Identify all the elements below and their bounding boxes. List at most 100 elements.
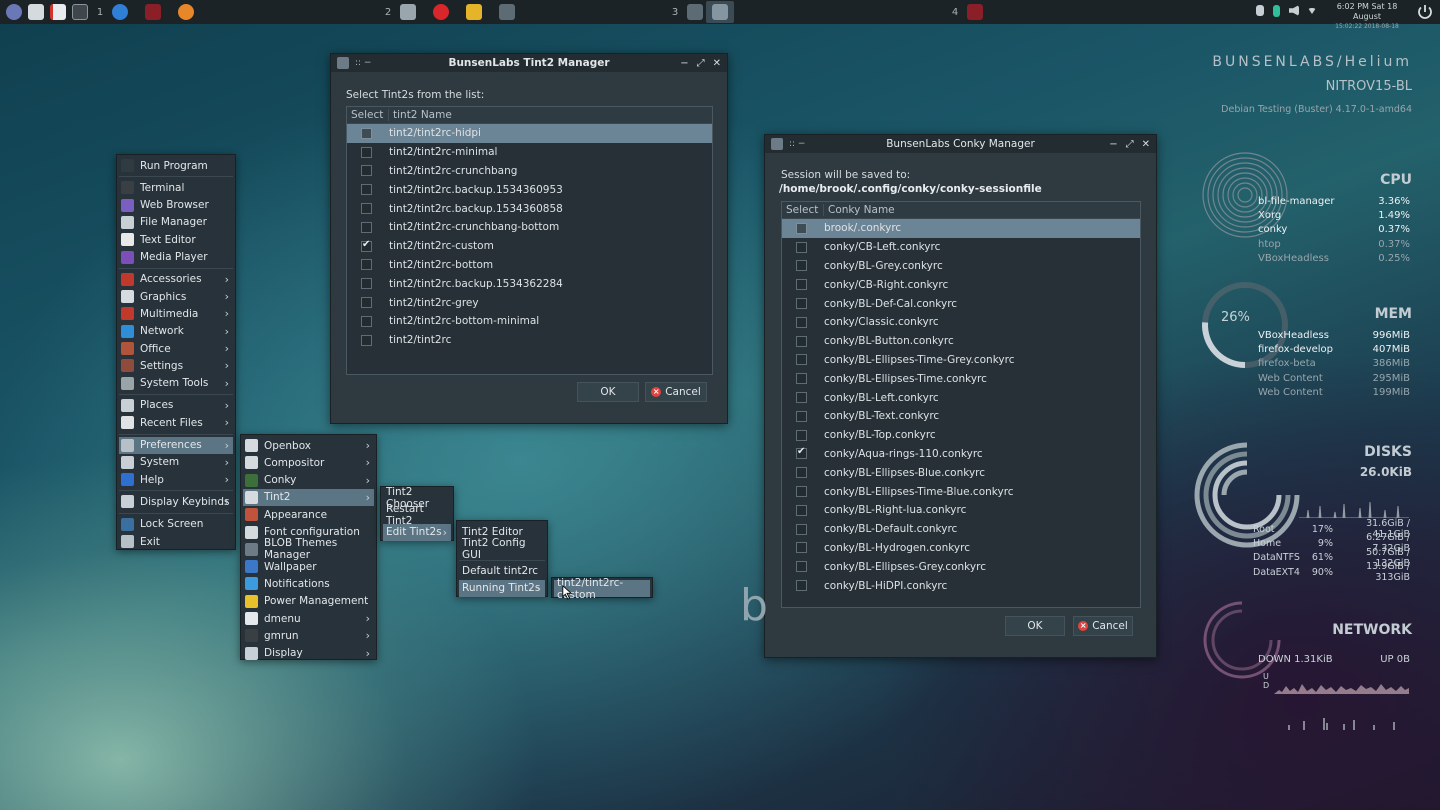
- list-item[interactable]: conky/BL-Ellipses-Time-Grey.conkyrc: [782, 351, 1140, 370]
- cancel-button[interactable]: × Cancel: [645, 382, 707, 402]
- list-item[interactable]: conky/BL-Button.conkyrc: [782, 332, 1140, 351]
- window-menu-icon[interactable]: :: −: [355, 58, 371, 68]
- list-item[interactable]: tint2/tint2rc.backup.1534360858: [347, 199, 712, 218]
- clock[interactable]: 6:02 PM Sat 18 August 15:02:22 2018-08-1…: [1322, 2, 1412, 32]
- title-bar[interactable]: :: − BunsenLabs Tint2 Manager − ⤢ ✕: [331, 54, 727, 72]
- list-item[interactable]: tint2/tint2rc-bottom: [347, 256, 712, 275]
- clipboard-icon[interactable]: [1256, 5, 1264, 16]
- cancel-button[interactable]: × Cancel: [1073, 616, 1133, 636]
- row-checkbox[interactable]: [796, 486, 807, 498]
- chevron-down-icon[interactable]: [1308, 8, 1316, 14]
- row-checkbox[interactable]: [796, 279, 807, 291]
- title-bar[interactable]: :: − BunsenLabs Conky Manager − ⤢ ✕: [765, 135, 1156, 153]
- row-checkbox[interactable]: [361, 315, 372, 327]
- menu-item[interactable]: Display Keybinds ›: [119, 493, 233, 510]
- menu-item[interactable]: Settings ›: [119, 357, 233, 374]
- menu-item[interactable]: Media Player: [119, 249, 233, 266]
- bunsenlabs-menu-icon[interactable]: [6, 4, 22, 20]
- menu-item[interactable]: Default tint2rc: [459, 563, 545, 580]
- menu-item[interactable]: dmenu ›: [243, 610, 374, 627]
- list-item[interactable]: tint2/tint2rc.backup.1534362284: [347, 274, 712, 293]
- menu-item[interactable]: Tint2 ›: [243, 488, 374, 506]
- list-item[interactable]: tint2/tint2rc: [347, 331, 712, 350]
- col-name[interactable]: Conky Name: [824, 204, 895, 216]
- list-item[interactable]: conky/Aqua-rings-110.conkyrc: [782, 445, 1140, 464]
- row-checkbox[interactable]: [361, 334, 372, 346]
- row-checkbox[interactable]: [796, 373, 807, 385]
- tint2-list[interactable]: Select tint2 Name tint2/tint2rc-hidpi tin…: [346, 106, 713, 375]
- minimize-icon[interactable]: −: [1109, 139, 1117, 150]
- menu-item[interactable]: File Manager: [119, 214, 233, 231]
- desktop-1[interactable]: 1: [91, 7, 109, 18]
- list-item[interactable]: conky/BL-HiDPI.conkyrc: [782, 576, 1140, 595]
- menu-item[interactable]: Text Editor: [119, 231, 233, 248]
- menu-item[interactable]: Terminal: [119, 179, 233, 196]
- row-checkbox[interactable]: [796, 542, 807, 554]
- list-item[interactable]: conky/BL-Right-lua.conkyrc: [782, 501, 1140, 520]
- menu-item[interactable]: Help ›: [119, 471, 233, 488]
- menu-item[interactable]: BLOB Themes Manager: [243, 537, 374, 561]
- firefox-dev-icon[interactable]: [112, 4, 128, 20]
- opera-icon[interactable]: [433, 4, 449, 20]
- menu-item[interactable]: Exit: [119, 533, 233, 550]
- desktop-3[interactable]: 3: [666, 7, 684, 18]
- ok-button[interactable]: OK: [1005, 616, 1065, 636]
- menu-item[interactable]: Appearance: [243, 506, 374, 523]
- row-checkbox[interactable]: [361, 146, 372, 158]
- menu-item[interactable]: Run Program: [119, 157, 233, 174]
- list-item[interactable]: conky/CB-Right.conkyrc: [782, 275, 1140, 294]
- list-item[interactable]: conky/BL-Text.conkyrc: [782, 407, 1140, 426]
- window-menu-icon[interactable]: :: −: [789, 139, 805, 149]
- col-select[interactable]: Select: [347, 109, 389, 121]
- battery-icon[interactable]: [1273, 5, 1280, 17]
- maximize-icon[interactable]: ⤢: [1126, 139, 1134, 150]
- app-window-icon[interactable]: [967, 4, 983, 20]
- list-item[interactable]: conky/BL-Ellipses-Blue.conkyrc: [782, 463, 1140, 482]
- row-checkbox[interactable]: [361, 297, 372, 309]
- row-checkbox[interactable]: [796, 410, 807, 422]
- list-item[interactable]: tint2/tint2rc-crunchbang-bottom: [347, 218, 712, 237]
- list-item[interactable]: conky/BL-Def-Cal.conkyrc: [782, 294, 1140, 313]
- row-checkbox[interactable]: [796, 580, 807, 592]
- menu-item[interactable]: Notifications: [243, 575, 374, 592]
- row-checkbox[interactable]: [796, 241, 807, 253]
- desktop-4[interactable]: 4: [946, 7, 964, 18]
- list-item[interactable]: conky/BL-Hydrogen.conkyrc: [782, 539, 1140, 558]
- row-checkbox[interactable]: [796, 316, 807, 328]
- row-checkbox[interactable]: [361, 259, 372, 271]
- list-item[interactable]: conky/BL-Ellipses-Time.conkyrc: [782, 369, 1140, 388]
- volume-icon[interactable]: [1289, 5, 1299, 16]
- list-item[interactable]: tint2/tint2rc-crunchbang: [347, 162, 712, 181]
- row-checkbox[interactable]: [796, 504, 807, 516]
- row-checkbox[interactable]: [361, 165, 372, 177]
- row-checkbox[interactable]: [796, 260, 807, 272]
- menu-item[interactable]: gmrun ›: [243, 627, 374, 644]
- list-item[interactable]: conky/BL-Top.conkyrc: [782, 426, 1140, 445]
- file-manager-icon[interactable]: [28, 4, 44, 20]
- row-checkbox[interactable]: [796, 298, 807, 310]
- list-item[interactable]: tint2/tint2rc-hidpi: [347, 124, 712, 143]
- col-name[interactable]: tint2 Name: [389, 109, 452, 121]
- list-item[interactable]: conky/BL-Ellipses-Grey.conkyrc: [782, 557, 1140, 576]
- menu-item[interactable]: System ›: [119, 454, 233, 471]
- menu-item[interactable]: Network ›: [119, 323, 233, 340]
- row-checkbox[interactable]: [796, 222, 807, 234]
- row-checkbox[interactable]: [361, 203, 372, 215]
- menu-item[interactable]: Compositor ›: [243, 454, 374, 471]
- firefox-icon[interactable]: [178, 4, 194, 20]
- menu-item[interactable]: Recent Files ›: [119, 414, 233, 431]
- menu-item[interactable]: Office ›: [119, 340, 233, 357]
- close-icon[interactable]: ✕: [1142, 139, 1150, 150]
- menu-item[interactable]: Places ›: [119, 397, 233, 414]
- row-checkbox[interactable]: [796, 335, 807, 347]
- list-item[interactable]: tint2/tint2rc.backup.1534360953: [347, 180, 712, 199]
- menu-item[interactable]: Graphics ›: [119, 288, 233, 305]
- conky-list[interactable]: Select Conky Name brook/.conkyrc conky/CB…: [781, 201, 1141, 608]
- bunsen-window-icon[interactable]: [499, 4, 515, 20]
- menu-item[interactable]: Conky ›: [243, 472, 374, 489]
- bunsen-window-icon[interactable]: [687, 4, 703, 20]
- col-select[interactable]: Select: [782, 204, 824, 216]
- menu-item[interactable]: Web Browser: [119, 197, 233, 214]
- menu-item[interactable]: Edit Tint2s ›: [383, 523, 451, 541]
- app-window-icon[interactable]: [145, 4, 161, 20]
